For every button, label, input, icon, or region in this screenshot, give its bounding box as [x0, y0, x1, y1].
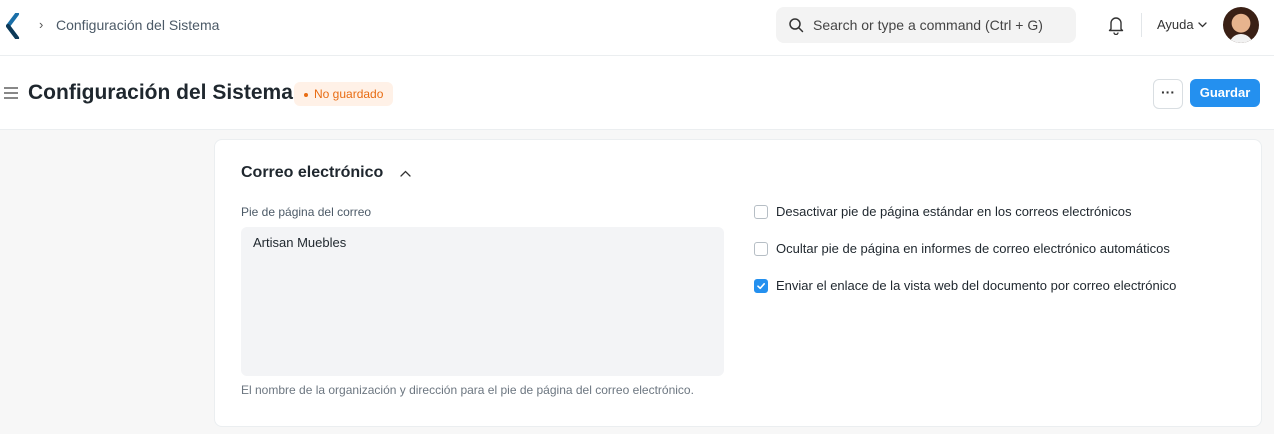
app-logo-icon[interactable]	[6, 13, 20, 39]
email-footer-textarea[interactable]: Artisan Muebles	[241, 227, 724, 376]
user-avatar[interactable]	[1223, 7, 1259, 43]
status-text: No guardado	[314, 87, 384, 101]
send-web-view-link-checkbox[interactable]	[754, 279, 768, 293]
disable-standard-footer-label[interactable]: Desactivar pie de página estándar en los…	[776, 204, 1132, 219]
section-title[interactable]: Correo electrónico	[241, 164, 383, 182]
more-actions-button[interactable]: ···	[1153, 79, 1183, 109]
avatar-shirt	[1229, 34, 1253, 43]
page-title: Configuración del Sistema	[28, 81, 293, 104]
hide-footer-auto-reports-label[interactable]: Ocultar pie de página en informes de cor…	[776, 241, 1170, 256]
breadcrumb-link[interactable]: Configuración del Sistema	[56, 17, 219, 33]
email-footer-description: El nombre de la organización y dirección…	[241, 383, 694, 397]
page-header: Configuración del Sistema No guardado ··…	[0, 56, 1274, 130]
search-placeholder: Search or type a command (Ctrl + G)	[813, 17, 1043, 33]
disable-standard-footer-checkbox[interactable]	[754, 205, 768, 219]
save-button[interactable]: Guardar	[1190, 79, 1260, 107]
status-dot-icon	[304, 92, 308, 97]
bell-icon[interactable]	[1107, 15, 1125, 35]
breadcrumb-chevron-icon: ›	[39, 17, 44, 32]
email-footer-value: Artisan Muebles	[253, 235, 347, 250]
navbar-divider	[1141, 13, 1142, 37]
search-bar[interactable]: Search or type a command (Ctrl + G)	[776, 7, 1076, 43]
chevron-down-icon[interactable]	[1198, 22, 1207, 28]
checkmark-icon	[757, 283, 765, 290]
navbar: › Configuración del Sistema Search or ty…	[0, 0, 1274, 56]
help-menu-button[interactable]: Ayuda	[1157, 17, 1194, 32]
hide-footer-auto-reports-checkbox[interactable]	[754, 242, 768, 256]
search-icon	[789, 18, 804, 33]
chevron-up-icon[interactable]	[400, 170, 411, 177]
status-badge: No guardado	[294, 82, 394, 106]
send-web-view-link-label[interactable]: Enviar el enlace de la vista web del doc…	[776, 278, 1176, 293]
email-section-card: Correo electrónico Pie de página del cor…	[214, 139, 1262, 427]
email-footer-label: Pie de página del correo	[241, 205, 372, 219]
hamburger-menu-icon[interactable]	[3, 87, 19, 99]
